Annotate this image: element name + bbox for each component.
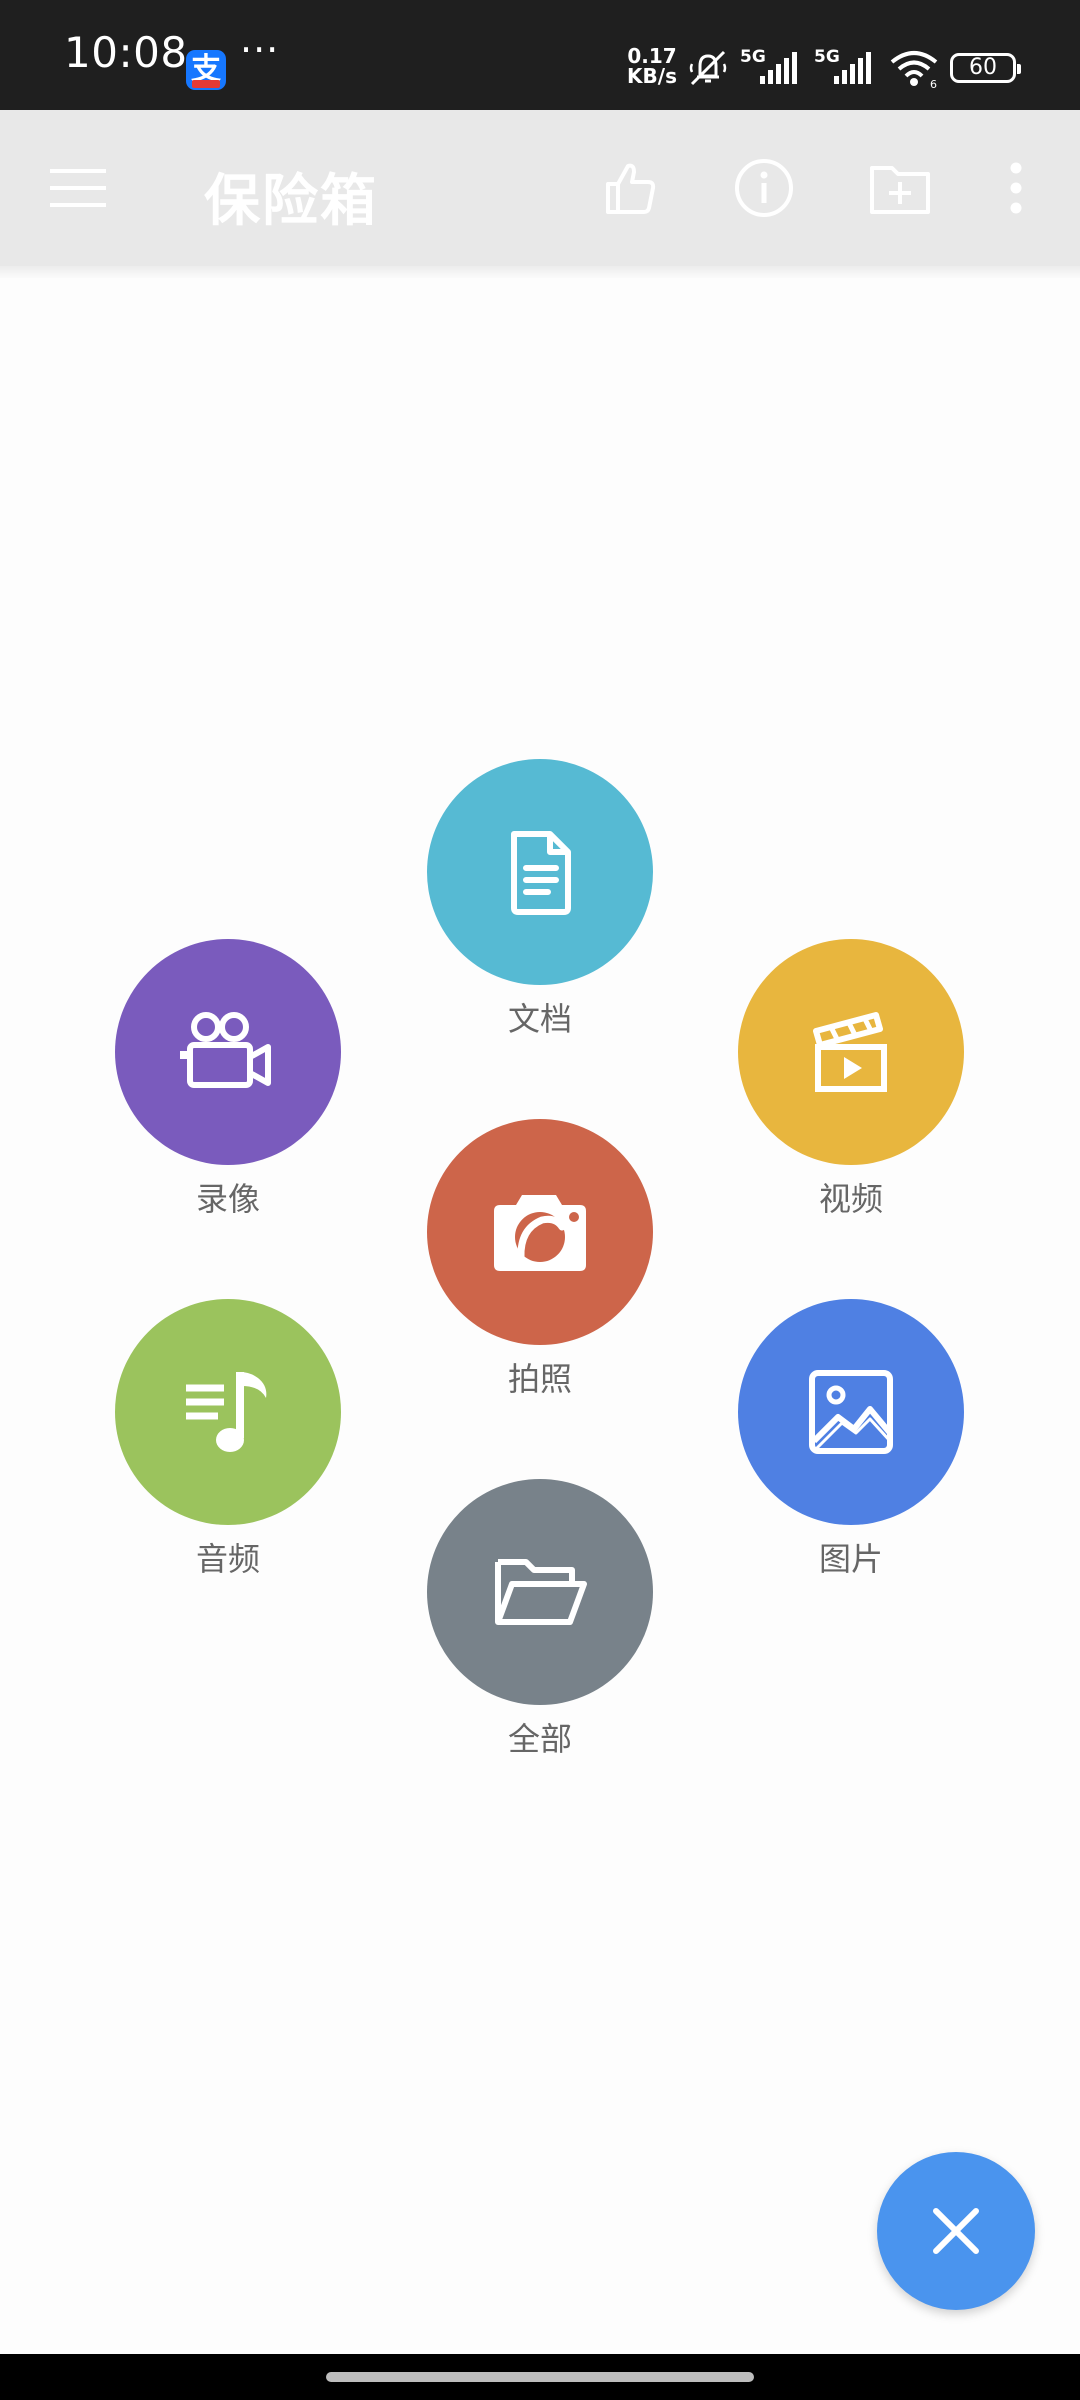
system-nav-bar bbox=[0, 2354, 1080, 2400]
video-circle[interactable] bbox=[738, 939, 964, 1165]
camera-icon bbox=[494, 1195, 586, 1271]
category-video[interactable]: 视频 bbox=[738, 939, 964, 1219]
recording-label: 录像 bbox=[195, 1180, 260, 1218]
thumbs-up-icon[interactable] bbox=[592, 150, 668, 226]
alipay-notification-icon: 支 bbox=[186, 50, 226, 90]
folder-icon bbox=[495, 1559, 587, 1625]
category-pictures[interactable]: 图片 bbox=[738, 1299, 964, 1579]
page-title: 保险箱 bbox=[204, 169, 378, 234]
battery-icon: 60 bbox=[950, 53, 1021, 83]
pictures-label: 图片 bbox=[818, 1540, 883, 1578]
new-folder-icon[interactable] bbox=[862, 150, 938, 226]
all-circle[interactable] bbox=[427, 1479, 653, 1705]
network-speed-unit: KB/s bbox=[627, 64, 677, 88]
music-note-icon bbox=[186, 1372, 267, 1452]
clapperboard-icon bbox=[813, 1012, 887, 1092]
category-all[interactable]: 全部 bbox=[427, 1479, 653, 1759]
audio-label: 音频 bbox=[195, 1540, 260, 1578]
photo-circle[interactable] bbox=[427, 1119, 653, 1345]
status-bar: 10:08 支 ··· 0.17 KB/s 5G 5G 6 60 bbox=[0, 0, 1080, 110]
svg-text:5G: 5G bbox=[740, 47, 766, 67]
video-label: 视频 bbox=[818, 1180, 883, 1218]
info-icon[interactable] bbox=[726, 150, 802, 226]
audio-circle[interactable] bbox=[115, 1299, 341, 1525]
close-fab-button[interactable] bbox=[877, 2152, 1035, 2310]
toolbar-shadow bbox=[0, 266, 1080, 278]
menu-icon[interactable] bbox=[40, 150, 116, 226]
all-label: 全部 bbox=[507, 1720, 572, 1758]
category-documents[interactable]: 文档 bbox=[427, 759, 653, 1039]
documents-label: 文档 bbox=[507, 1000, 572, 1038]
document-icon bbox=[511, 831, 571, 915]
category-audio[interactable]: 音频 bbox=[115, 1299, 341, 1579]
photo-label: 拍照 bbox=[507, 1360, 572, 1398]
svg-text:6: 6 bbox=[930, 78, 937, 90]
category-recording[interactable]: 录像 bbox=[115, 939, 341, 1219]
pictures-circle[interactable] bbox=[738, 1299, 964, 1525]
more-vert-icon[interactable] bbox=[978, 150, 1054, 226]
app-toolbar: 保险箱 bbox=[0, 110, 1080, 278]
image-icon bbox=[809, 1370, 893, 1454]
status-time: 10:08 bbox=[64, 28, 188, 77]
svg-text:5G: 5G bbox=[814, 47, 840, 67]
mute-icon bbox=[689, 50, 727, 86]
signal-5g-1-icon: 5G bbox=[740, 47, 797, 84]
close-icon bbox=[933, 2208, 979, 2254]
documents-circle[interactable] bbox=[427, 759, 653, 985]
network-speed: 0.17 KB/s bbox=[622, 46, 682, 86]
recording-circle[interactable] bbox=[115, 939, 341, 1165]
category-photo[interactable]: 拍照 bbox=[427, 1119, 653, 1399]
signal-5g-2-icon: 5G bbox=[814, 47, 871, 84]
home-indicator[interactable] bbox=[326, 2372, 754, 2382]
network-speed-value: 0.17 bbox=[627, 44, 677, 68]
wifi-icon: 6 bbox=[890, 51, 938, 90]
status-icons: 5G 5G 6 60 bbox=[686, 44, 1021, 92]
more-notifications-icon: ··· bbox=[240, 28, 280, 72]
video-camera-icon bbox=[180, 1012, 271, 1088]
